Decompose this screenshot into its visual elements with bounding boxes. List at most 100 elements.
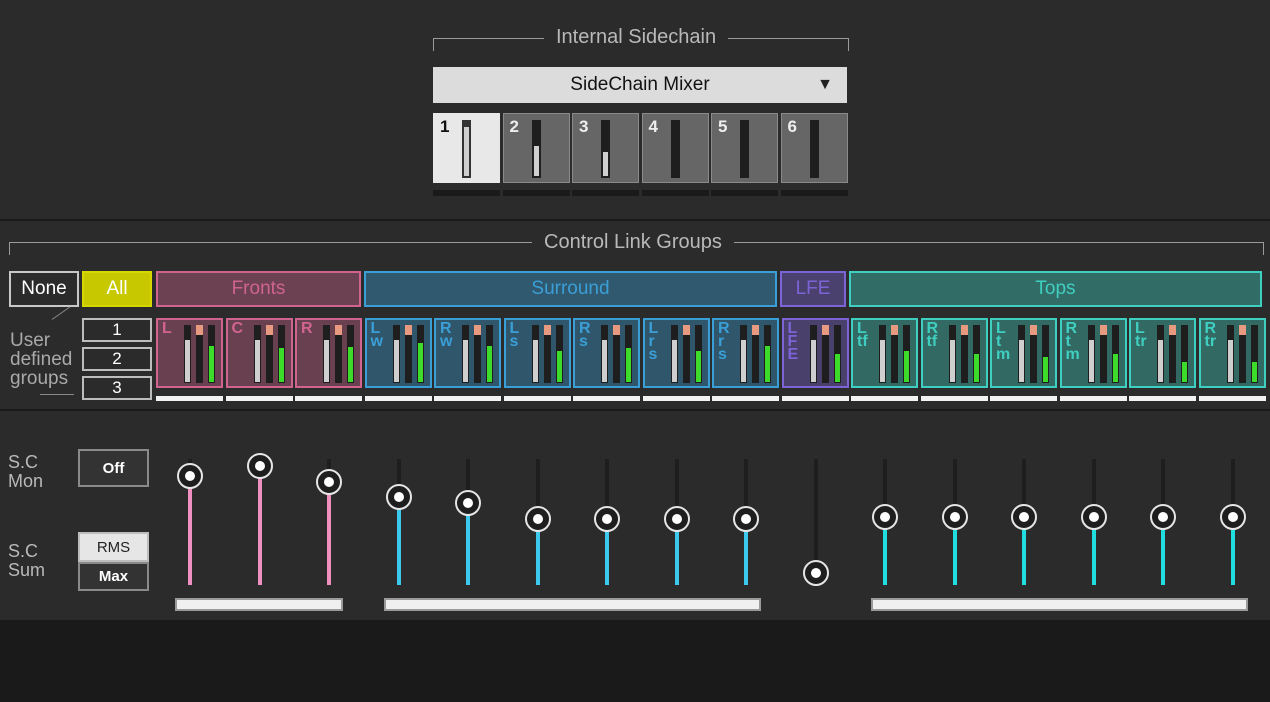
channel-tile-r[interactable]: R — [295, 318, 362, 388]
internal-sidechain-title: Internal Sidechain — [544, 26, 729, 48]
user-group-2-button[interactable]: 2 — [82, 347, 152, 371]
channel-peak-indicator — [821, 325, 829, 335]
channel-underline — [1129, 396, 1196, 401]
channel-tile-lrs[interactable]: Lrs — [642, 318, 710, 388]
user-group-1-button[interactable]: 1 — [82, 318, 152, 342]
sc-sum-label-line-1: S.C — [8, 541, 39, 561]
tops-group-bar — [871, 598, 1248, 611]
fader-knob-ltr[interactable] — [1150, 503, 1176, 530]
channel-meter — [323, 325, 330, 383]
sidechain-tile-underline — [780, 190, 848, 196]
sidechain-tile-underline — [502, 190, 570, 196]
sc-sum-max-button[interactable]: Max — [78, 562, 149, 591]
none-button[interactable]: None — [9, 271, 79, 307]
channel-meter — [670, 325, 678, 383]
channel-meter — [1157, 325, 1164, 383]
sidechain-level-meter — [462, 120, 471, 178]
channel-label: Rs — [579, 320, 591, 350]
fader-knob-r[interactable] — [316, 468, 342, 495]
sidechain-level-fill — [603, 152, 608, 176]
fader-knob-lrs[interactable] — [663, 506, 690, 532]
channel-meter-fill — [834, 354, 840, 382]
sidechain-source-dropdown[interactable]: SideChain Mixer ▼ — [433, 67, 847, 103]
sidechain-tile-5[interactable]: 5 — [711, 113, 778, 183]
channel-peak-indicator — [474, 325, 481, 335]
channel-label: Rtr — [1204, 320, 1217, 350]
fader-knob-ltf[interactable] — [872, 503, 898, 530]
channel-meter-fill — [1112, 354, 1118, 382]
channel-tile-l[interactable]: L — [156, 318, 223, 388]
fader-knob-l[interactable] — [177, 462, 203, 489]
channel-meter-fill — [393, 340, 399, 382]
fader-knob-ltm[interactable] — [1011, 503, 1037, 530]
channel-tile-ltf[interactable]: Ltf — [851, 318, 918, 388]
channel-tile-rs[interactable]: Rs — [573, 318, 640, 388]
channel-peak-indicator — [404, 325, 412, 335]
channel-label: C — [231, 320, 244, 337]
fader-knob-lfe[interactable] — [802, 560, 829, 586]
channel-underline — [851, 396, 918, 401]
channel-tile-rtr[interactable]: Rtr — [1198, 318, 1266, 388]
sidechain-tile-number: 1 — [440, 117, 450, 136]
sidechain-level-meter — [670, 120, 680, 178]
sidechain-tile-2[interactable]: 2 — [502, 113, 570, 183]
fader-knob-lw[interactable] — [385, 484, 412, 511]
channel-peak-indicator — [891, 325, 898, 335]
channel-tile-rtm[interactable]: Rtm — [1059, 318, 1127, 388]
sidechain-tile-1[interactable]: 1 — [433, 113, 500, 183]
channel-meter-fill — [278, 348, 284, 382]
channel-meter — [1030, 325, 1037, 383]
sidechain-tile-4[interactable]: 4 — [641, 113, 709, 183]
channel-label: Ls — [509, 320, 520, 350]
channel-underline — [1198, 396, 1266, 401]
all-button[interactable]: All — [82, 271, 152, 307]
channel-meter-fill — [1227, 340, 1233, 382]
channel-meter-fill — [973, 354, 979, 382]
sidechain-level-meter — [740, 120, 749, 178]
channel-meter-fill — [1019, 340, 1024, 382]
channel-underline — [1059, 396, 1127, 401]
channel-tile-c[interactable]: C — [225, 318, 293, 388]
sidechain-tile-6[interactable]: 6 — [780, 113, 848, 183]
channel-tile-rtf[interactable]: Rtf — [920, 318, 988, 388]
sc-mon-off-button[interactable]: Off — [78, 449, 149, 487]
channel-tile-ltm[interactable]: Ltm — [990, 318, 1057, 388]
channel-tile-lw[interactable]: Lw — [364, 318, 432, 388]
channel-meter — [404, 325, 412, 383]
fader-knob-c[interactable] — [246, 453, 273, 480]
sidechain-tile-number: 2 — [509, 117, 519, 136]
fader-knob-ls[interactable] — [524, 506, 551, 532]
fader-knob-rrs[interactable] — [733, 506, 759, 532]
fader-knob-rtf[interactable] — [941, 503, 968, 530]
channel-tile-lfe[interactable]: LFE — [781, 318, 849, 388]
group-tops-button[interactable]: Tops — [849, 271, 1262, 307]
group-lfe-button[interactable]: LFE — [780, 271, 846, 307]
user-group-3-button[interactable]: 3 — [82, 376, 152, 400]
sidechain-level-meter — [601, 120, 610, 178]
channel-tile-rrs[interactable]: Rrs — [712, 318, 779, 388]
channel-meter — [740, 325, 747, 383]
fader-knob-rtr[interactable] — [1219, 503, 1246, 530]
fader-fill — [188, 475, 192, 585]
channel-meter — [891, 325, 898, 383]
user-defined-line-1: User — [10, 330, 51, 351]
fader-track-rw[interactable] — [466, 459, 470, 585]
channel-tile-ltr[interactable]: Ltr — [1129, 318, 1196, 388]
group-fronts-button[interactable]: Fronts — [156, 271, 361, 307]
sc-sum-rms-button[interactable]: RMS — [78, 532, 149, 562]
channel-peak-indicator — [265, 325, 273, 335]
channel-tile-ls[interactable]: Ls — [503, 318, 571, 388]
channel-tile-rw[interactable]: Rw — [434, 318, 501, 388]
fader-knob-rs[interactable] — [594, 506, 620, 532]
channel-meter — [208, 325, 215, 383]
channel-meter — [764, 325, 771, 383]
channel-meter-fill — [487, 346, 492, 382]
channel-meter — [474, 325, 481, 383]
sidechain-tile-number: 5 — [718, 117, 728, 136]
channel-meter — [1018, 325, 1025, 383]
channel-peak-indicator — [682, 325, 690, 335]
fader-knob-rtm[interactable] — [1080, 503, 1107, 530]
group-surround-button[interactable]: Surround — [364, 271, 777, 307]
fader-track-lw[interactable] — [396, 459, 401, 585]
sidechain-tile-3[interactable]: 3 — [572, 113, 639, 183]
